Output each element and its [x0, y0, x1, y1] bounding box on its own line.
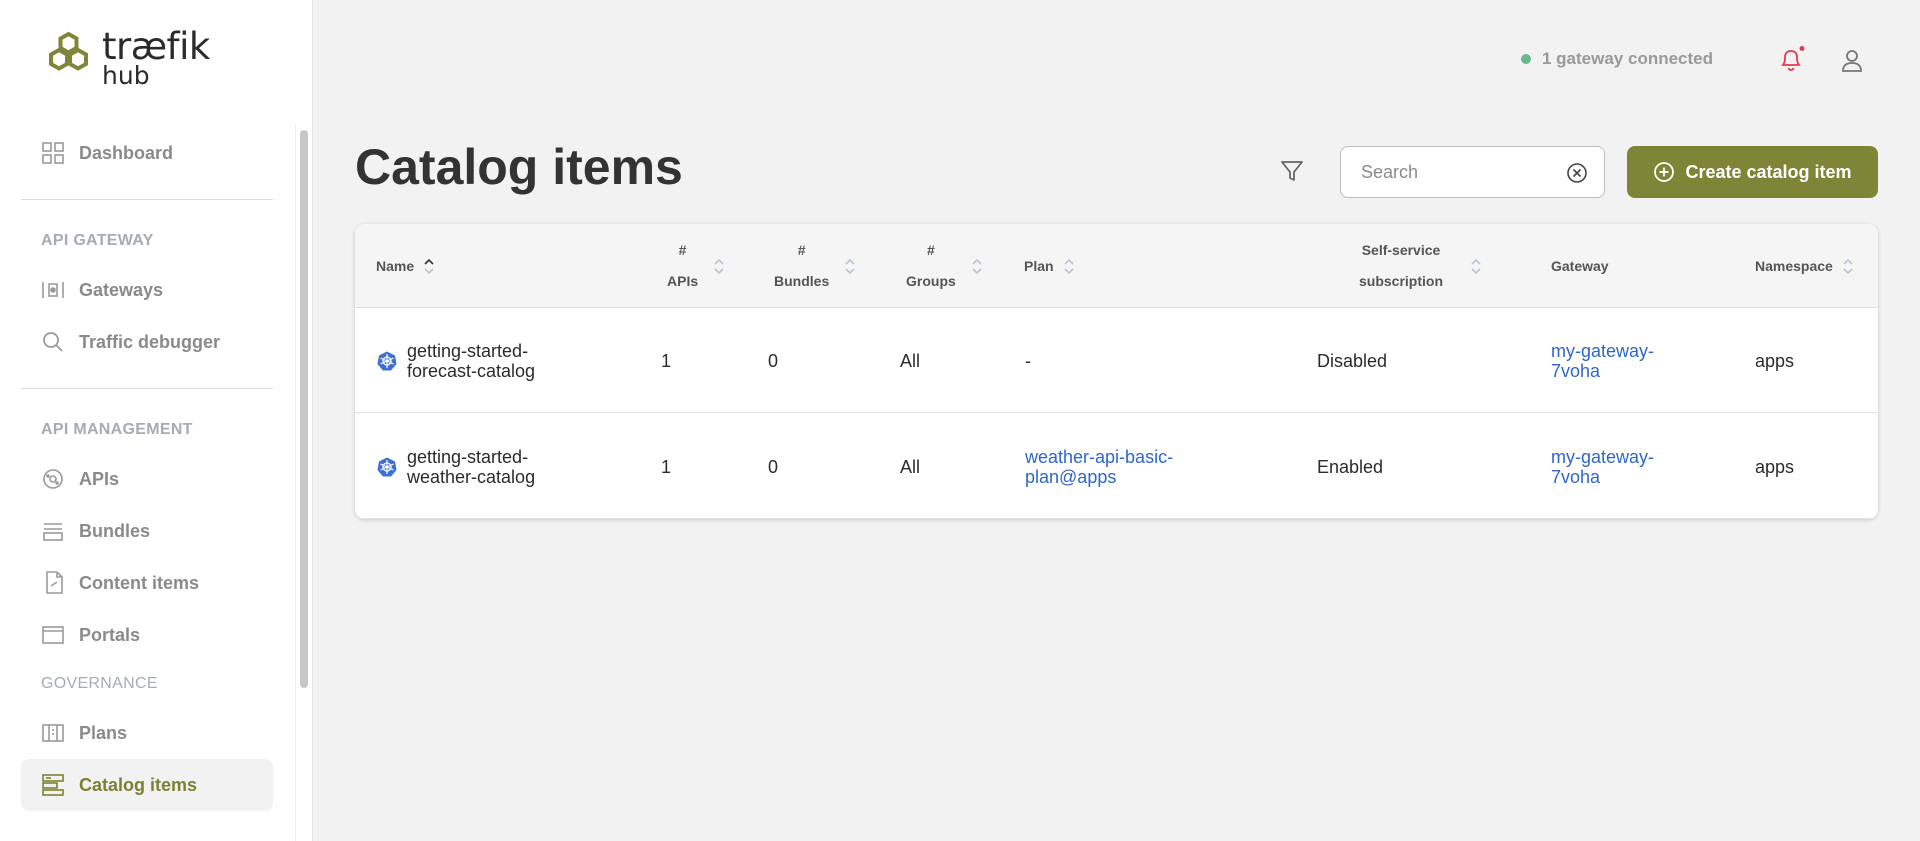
sidebar-item-content-items[interactable]: Content items — [21, 557, 273, 609]
sidebar-divider — [21, 199, 273, 200]
cell-groups: All — [900, 456, 921, 477]
cell-namespace: apps — [1755, 350, 1795, 371]
cell-self-service: Disabled — [1317, 350, 1388, 371]
status-dot-icon — [1521, 54, 1531, 64]
sort-icon — [1470, 256, 1482, 276]
column-header-self-service[interactable]: Self-service subscription — [1359, 224, 1482, 308]
gateway-status-text: 1 gateway connected — [1542, 49, 1714, 68]
column-header-gateway[interactable]: Gateway — [1551, 224, 1609, 308]
sort-icon — [844, 256, 856, 276]
sidebar-item-plans[interactable]: Plans — [21, 707, 273, 759]
clear-search-icon[interactable] — [1566, 162, 1588, 189]
column-header-plan[interactable]: Plan — [1024, 224, 1075, 308]
cell-namespace: apps — [1755, 456, 1795, 477]
catalog-items-table: Name # APIs # Bundles # Groups Plan Self… — [355, 224, 1878, 519]
user-icon — [1842, 50, 1862, 72]
column-header-groups[interactable]: # Groups — [906, 224, 983, 308]
plan-icon — [41, 721, 65, 745]
sidebar-item-traffic-debugger[interactable]: Traffic debugger — [21, 316, 273, 368]
sidebar-item-bundles[interactable]: Bundles — [21, 505, 273, 557]
cell-plan: - — [1025, 350, 1031, 371]
search-icon — [41, 330, 65, 354]
cell-groups: All — [900, 350, 921, 371]
table-row[interactable]: getting-started-weather-catalog 1 0 All … — [355, 414, 1878, 519]
cell-self-service: Enabled — [1317, 456, 1384, 477]
sidebar: træfik hub Dashboard API GATEWAY Gateway… — [0, 0, 313, 841]
sidebar-item-portals[interactable]: Portals — [21, 609, 273, 661]
gateway-status[interactable]: 1 gateway connected — [1521, 49, 1713, 69]
section-api-gateway: API GATEWAY — [41, 232, 154, 249]
sort-ascending-icon — [423, 256, 435, 276]
cell-name[interactable]: getting-started-forecast-catalog — [377, 308, 535, 413]
sidebar-scroll-thumb[interactable] — [300, 130, 308, 688]
sort-icon — [1842, 256, 1854, 276]
sort-icon — [713, 256, 725, 276]
filter-button[interactable] — [1279, 158, 1305, 189]
cell-bundles: 0 — [768, 350, 779, 371]
plus-circle-icon — [1653, 161, 1675, 183]
sort-icon — [1063, 256, 1075, 276]
search-field[interactable] — [1340, 146, 1605, 198]
table-header: Name # APIs # Bundles # Groups Plan Self… — [355, 224, 1878, 308]
create-button-label: Create catalog item — [1685, 161, 1852, 182]
sidebar-item-label: APIs — [79, 468, 120, 489]
sidebar-item-catalog-items[interactable]: Catalog items — [21, 759, 273, 811]
sidebar-item-label: Bundles — [79, 520, 151, 541]
column-header-name[interactable]: Name — [376, 224, 435, 308]
filter-icon — [1281, 161, 1303, 181]
cell-apis: 1 — [661, 350, 672, 371]
cell-bundles: 0 — [768, 456, 779, 477]
kubernetes-icon — [377, 457, 397, 477]
section-governance: GOVERNANCE — [41, 675, 158, 692]
page-title: Catalog items — [355, 139, 683, 195]
column-header-bundles[interactable]: # Bundles — [774, 224, 856, 308]
section-api-management: API MANAGEMENT — [41, 421, 193, 438]
sidebar-divider — [21, 388, 273, 389]
gateway-link[interactable]: my-gateway- 7voha — [1551, 308, 1654, 413]
kubernetes-icon — [377, 351, 397, 371]
user-menu-button[interactable] — [1839, 48, 1865, 79]
search-input[interactable] — [1361, 161, 1551, 183]
brand-word: træfik — [102, 25, 210, 68]
bundle-icon — [41, 519, 65, 543]
traefik-hub-logo[interactable]: træfik hub — [40, 28, 210, 88]
sidebar-item-gateways[interactable]: Gateways — [21, 264, 273, 316]
sidebar-item-label: Catalog items — [79, 774, 198, 795]
document-icon — [41, 571, 65, 595]
create-catalog-item-button[interactable]: Create catalog item — [1627, 146, 1878, 198]
cell-apis: 1 — [661, 456, 672, 477]
dashboard-icon — [41, 141, 65, 165]
api-icon — [41, 467, 65, 491]
notifications-button[interactable] — [1777, 46, 1805, 79]
hexagon-logo-icon — [49, 31, 88, 71]
column-header-apis[interactable]: # APIs — [667, 224, 725, 308]
sort-icon — [971, 256, 983, 276]
table-row[interactable]: getting-started-forecast-catalog 1 0 All… — [355, 308, 1878, 413]
plan-link[interactable]: weather-api-basic-plan@apps — [1025, 414, 1173, 519]
portal-icon — [41, 623, 65, 647]
column-header-namespace[interactable]: Namespace — [1755, 224, 1854, 308]
sidebar-item-label: Gateways — [79, 279, 164, 300]
catalog-icon — [41, 773, 65, 797]
sidebar-item-label: Traffic debugger — [79, 331, 221, 352]
cell-name[interactable]: getting-started-weather-catalog — [377, 414, 535, 519]
sidebar-item-apis[interactable]: APIs — [21, 453, 273, 505]
sidebar-item-label: Dashboard — [79, 142, 174, 163]
sidebar-item-label: Portals — [79, 624, 141, 645]
bell-icon — [1781, 46, 1805, 71]
gateway-link[interactable]: my-gateway- 7voha — [1551, 414, 1654, 519]
sidebar-item-dashboard[interactable]: Dashboard — [21, 127, 273, 179]
sidebar-item-label: Plans — [79, 722, 128, 743]
gateway-icon — [41, 278, 65, 302]
sidebar-nav: Dashboard API GATEWAY Gateways Traffic d… — [21, 127, 273, 811]
sidebar-item-label: Content items — [79, 572, 200, 593]
